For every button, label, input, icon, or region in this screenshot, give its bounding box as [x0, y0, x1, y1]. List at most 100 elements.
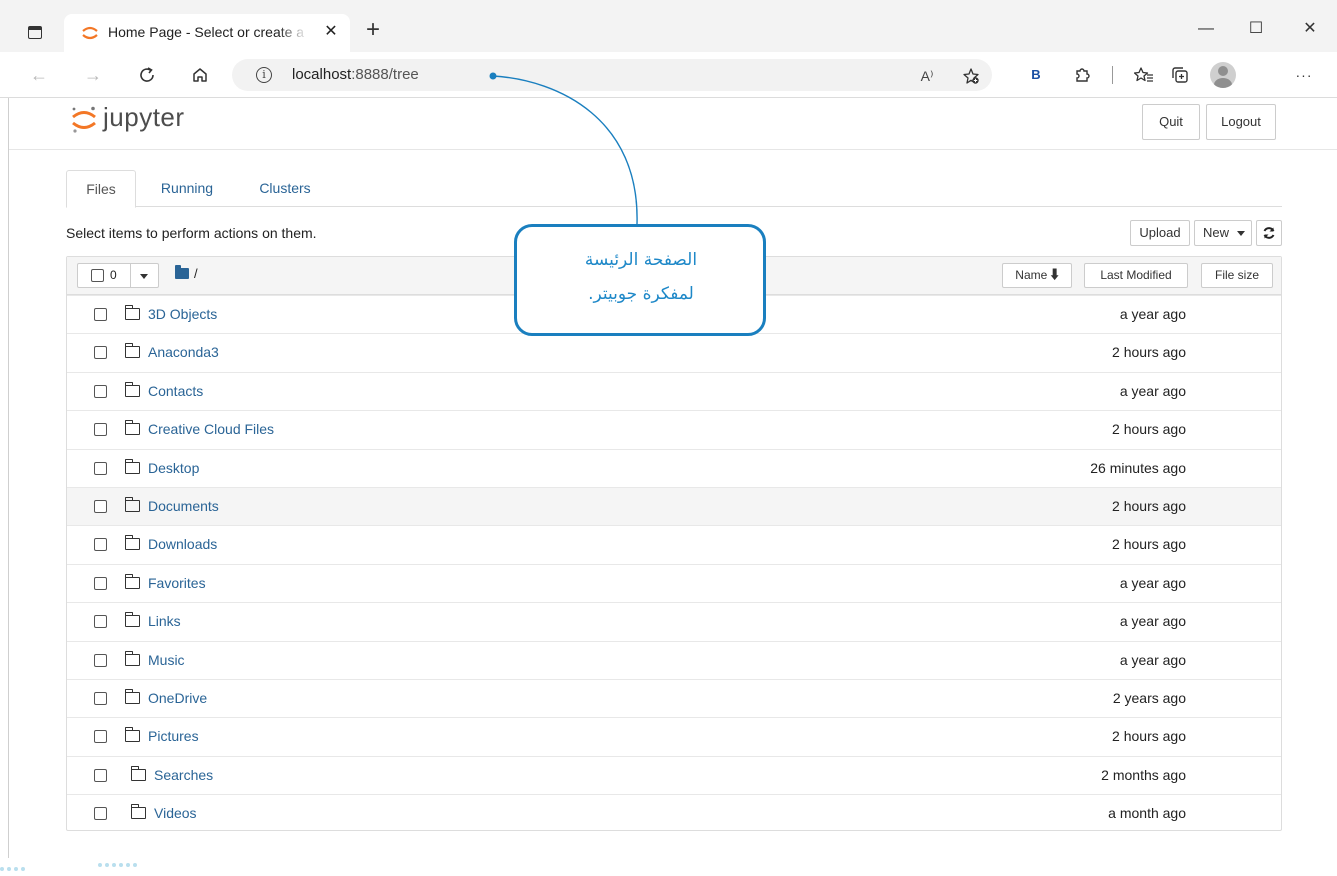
last-modified: a year ago: [1119, 651, 1186, 668]
folder-link[interactable]: Pictures: [148, 728, 199, 744]
folder-icon: [124, 689, 140, 704]
row-checkbox[interactable]: [94, 730, 107, 744]
file-row[interactable]: Videos a month ago: [67, 794, 1281, 832]
read-aloud-icon[interactable]: A⁾: [916, 65, 938, 87]
address-bar[interactable]: i localhost:8888/tree A⁾: [232, 59, 992, 91]
select-split: [130, 264, 131, 287]
tab-clusters[interactable]: Clusters: [246, 170, 324, 207]
file-row[interactable]: Pictures 2 hours ago: [67, 717, 1281, 755]
maximize-icon[interactable]: ☐: [1236, 14, 1276, 44]
row-checkbox[interactable]: [94, 538, 107, 552]
reload-icon[interactable]: [132, 60, 162, 90]
extensions-icon[interactable]: [1068, 61, 1096, 89]
row-checkbox[interactable]: [94, 576, 107, 590]
callout-text: الصفحة الرئيسة لمفكرة جوبيتر.: [527, 243, 755, 311]
site-info-icon[interactable]: i: [256, 67, 272, 83]
logout-button[interactable]: Logout: [1206, 104, 1276, 140]
file-row[interactable]: Desktop 26 minutes ago: [67, 448, 1281, 487]
folder-link[interactable]: Links: [148, 613, 181, 629]
tab-running[interactable]: Running: [150, 170, 224, 207]
last-modified: 2 hours ago: [1112, 344, 1186, 361]
minimize-icon[interactable]: —: [1186, 14, 1226, 44]
file-row[interactable]: Searches 2 months ago: [67, 755, 1281, 794]
folder-link[interactable]: Contacts: [148, 383, 203, 399]
last-modified: 26 minutes ago: [1090, 459, 1186, 476]
upload-button[interactable]: Upload: [1130, 220, 1190, 246]
select-menu-caret-icon[interactable]: [140, 274, 148, 279]
back-icon[interactable]: ←: [24, 60, 54, 90]
forward-icon[interactable]: →: [78, 60, 108, 90]
folder-icon: [124, 573, 140, 589]
file-row[interactable]: Creative Cloud Files 2 hours ago: [67, 410, 1281, 448]
file-row[interactable]: Documents 2 hours ago: [67, 487, 1281, 525]
folder-link[interactable]: OneDrive: [148, 690, 207, 706]
sort-by-modified-button[interactable]: Last Modified: [1084, 263, 1188, 288]
caret-down-icon: [1236, 231, 1245, 237]
last-modified: 2 hours ago: [1112, 728, 1186, 745]
home-icon[interactable]: [185, 60, 215, 90]
row-checkbox[interactable]: [94, 346, 107, 360]
row-checkbox[interactable]: [94, 461, 107, 475]
folder-link[interactable]: Music: [148, 652, 185, 668]
row-checkbox[interactable]: [94, 423, 107, 437]
file-row[interactable]: Music a year ago: [67, 640, 1281, 679]
folder-breadcrumb-icon[interactable]: [175, 265, 189, 279]
url-text[interactable]: localhost:8888/tree: [292, 66, 419, 83]
row-checkbox[interactable]: [94, 384, 107, 398]
tab-actions-icon[interactable]: [28, 26, 42, 39]
folder-icon: [130, 804, 146, 820]
breadcrumb-root[interactable]: /: [194, 266, 198, 281]
browser-tab-active[interactable]: Home Page - Select or create a n ✕: [64, 14, 350, 52]
row-checkbox[interactable]: [94, 653, 107, 667]
close-window-icon[interactable]: ✕: [1290, 14, 1330, 44]
last-modified: 2 months ago: [1101, 766, 1186, 783]
sort-by-name-button[interactable]: Name 🠳: [1002, 263, 1072, 288]
tab-close-icon[interactable]: ✕: [320, 21, 342, 43]
file-list: 0 / Name 🠳 Last Modified File size 3D Ob…: [66, 256, 1282, 831]
row-checkbox[interactable]: [94, 768, 107, 782]
sort-by-size-button[interactable]: File size: [1201, 263, 1273, 288]
row-checkbox[interactable]: [94, 692, 107, 705]
refresh-button[interactable]: [1256, 220, 1282, 246]
file-row[interactable]: Anaconda3 2 hours ago: [67, 333, 1281, 371]
file-row[interactable]: OneDrive 2 years ago: [67, 679, 1281, 717]
folder-link[interactable]: Anaconda3: [148, 344, 219, 360]
new-dropdown-button[interactable]: New: [1194, 220, 1252, 246]
folder-link[interactable]: Videos: [154, 805, 197, 821]
file-row[interactable]: Links a year ago: [67, 602, 1281, 640]
add-favorite-icon[interactable]: [960, 65, 982, 87]
quit-button[interactable]: Quit: [1142, 104, 1200, 140]
folder-link[interactable]: Creative Cloud Files: [148, 421, 274, 437]
jupyter-logo-icon: [72, 106, 96, 133]
row-checkbox[interactable]: [94, 807, 107, 821]
folder-link[interactable]: 3D Objects: [148, 306, 217, 322]
tab-files[interactable]: Files: [66, 170, 136, 208]
file-row[interactable]: Downloads 2 hours ago: [67, 525, 1281, 563]
folder-link[interactable]: Desktop: [148, 460, 199, 476]
row-checkbox[interactable]: [94, 615, 107, 629]
name-column-label: Name: [1015, 268, 1048, 282]
file-row[interactable]: Contacts a year ago: [67, 371, 1281, 410]
folder-icon: [124, 497, 140, 512]
file-row[interactable]: Favorites a year ago: [67, 563, 1281, 602]
last-modified: a year ago: [1119, 306, 1186, 322]
folder-link[interactable]: Downloads: [148, 536, 217, 552]
row-checkbox[interactable]: [94, 500, 107, 513]
more-options-icon[interactable]: ···: [1290, 61, 1318, 89]
profile-avatar[interactable]: [1210, 62, 1236, 88]
bing-extension-icon[interactable]: B: [1022, 61, 1050, 89]
arrow-down-icon: 🠳: [1050, 268, 1059, 282]
new-tab-button[interactable]: +: [360, 18, 386, 44]
row-checkbox[interactable]: [94, 308, 107, 321]
selected-count: 0: [110, 268, 117, 282]
favorites-icon[interactable]: [1130, 61, 1158, 89]
callout-line-1: الصفحة الرئيسة: [584, 250, 698, 270]
folder-link[interactable]: Documents: [148, 498, 219, 514]
folder-link[interactable]: Searches: [154, 767, 213, 783]
last-modified: 2 hours ago: [1112, 421, 1186, 438]
select-all-control[interactable]: 0: [77, 263, 159, 288]
collections-icon[interactable]: [1166, 61, 1194, 89]
select-all-checkbox[interactable]: [91, 269, 104, 282]
new-button-label: New: [1203, 225, 1230, 240]
folder-link[interactable]: Favorites: [148, 575, 206, 591]
